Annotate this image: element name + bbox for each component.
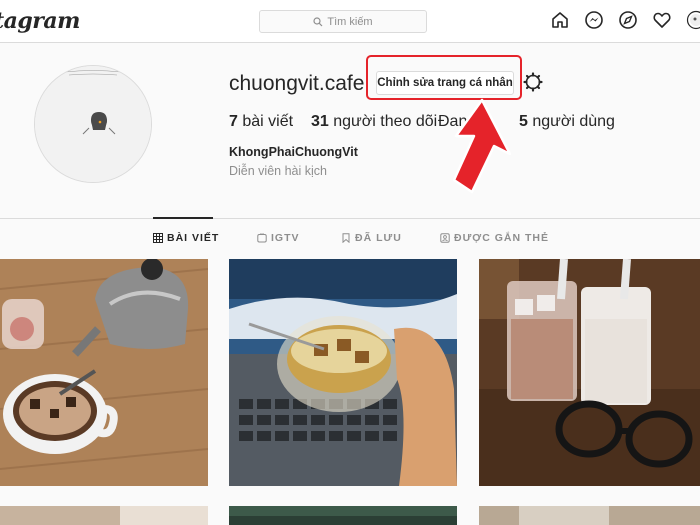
post-image-4 (0, 506, 208, 525)
search-icon (313, 16, 323, 26)
posts-label: bài viết (237, 113, 294, 130)
posts-count: 7 (229, 113, 238, 130)
tab-saved-label: ĐÃ LƯU (355, 232, 402, 244)
tab-tagged[interactable]: ĐƯỢC GẮN THẺ (440, 232, 549, 244)
annotation-arrow (452, 98, 512, 194)
tag-icon (440, 233, 450, 243)
post-image-iced-drinks (479, 259, 700, 486)
grid-icon (153, 233, 163, 243)
activity-heart-icon[interactable] (652, 10, 672, 30)
nav-icons (550, 10, 700, 30)
tab-posts[interactable]: BÀI VIẾT (153, 232, 219, 244)
followers-label: người theo dõi (328, 113, 438, 130)
post-thumbnail-6[interactable] (479, 506, 700, 525)
profile-bio: Diễn viên hài kịch (229, 164, 327, 178)
post-thumbnail-1[interactable] (0, 259, 208, 486)
annotation-highlight-box (366, 55, 522, 100)
tab-igtv-label: IGTV (271, 232, 300, 244)
tab-igtv[interactable]: IGTV (257, 232, 300, 244)
post-image-coffee-laptop (229, 259, 457, 486)
followers-stat[interactable]: 31 người theo dõi (311, 113, 437, 131)
post-thumbnail-4[interactable] (0, 506, 208, 525)
search-placeholder: Tìm kiếm (327, 15, 373, 28)
post-image-5 (229, 506, 457, 525)
post-thumbnail-2[interactable] (229, 259, 457, 486)
igtv-icon (257, 233, 267, 243)
followers-count: 31 (311, 113, 329, 130)
bookmark-icon (342, 233, 350, 243)
following-label: người dùng (527, 113, 615, 130)
tabs-divider (0, 218, 700, 219)
post-thumbnail-5[interactable] (229, 506, 457, 525)
messenger-icon[interactable] (584, 10, 604, 30)
gear-icon[interactable] (523, 72, 543, 92)
top-nav-bar: tagram Tìm kiếm (0, 0, 700, 43)
following-stat[interactable]: 5 người dùng (519, 113, 615, 131)
profile-avatar[interactable] (34, 65, 152, 183)
post-image-6 (479, 506, 700, 525)
post-thumbnail-3[interactable] (479, 259, 700, 486)
posts-stat: 7 bài viết (229, 113, 293, 131)
search-input[interactable]: Tìm kiếm (259, 10, 427, 33)
instagram-logo[interactable]: tagram (0, 8, 80, 34)
profile-avatar-icon[interactable] (686, 10, 700, 30)
profile-full-name: KhongPhaiChuongVit (229, 145, 358, 159)
home-icon[interactable] (550, 10, 570, 30)
active-tab-indicator (153, 217, 213, 219)
tab-saved[interactable]: ĐÃ LƯU (341, 232, 402, 244)
tab-posts-label: BÀI VIẾT (167, 232, 220, 244)
profile-username: chuongvit.cafe (229, 72, 365, 95)
tab-tagged-label: ĐƯỢC GẮN THẺ (454, 232, 550, 244)
explore-icon[interactable] (618, 10, 638, 30)
post-image-coffee-kettle (0, 259, 208, 486)
